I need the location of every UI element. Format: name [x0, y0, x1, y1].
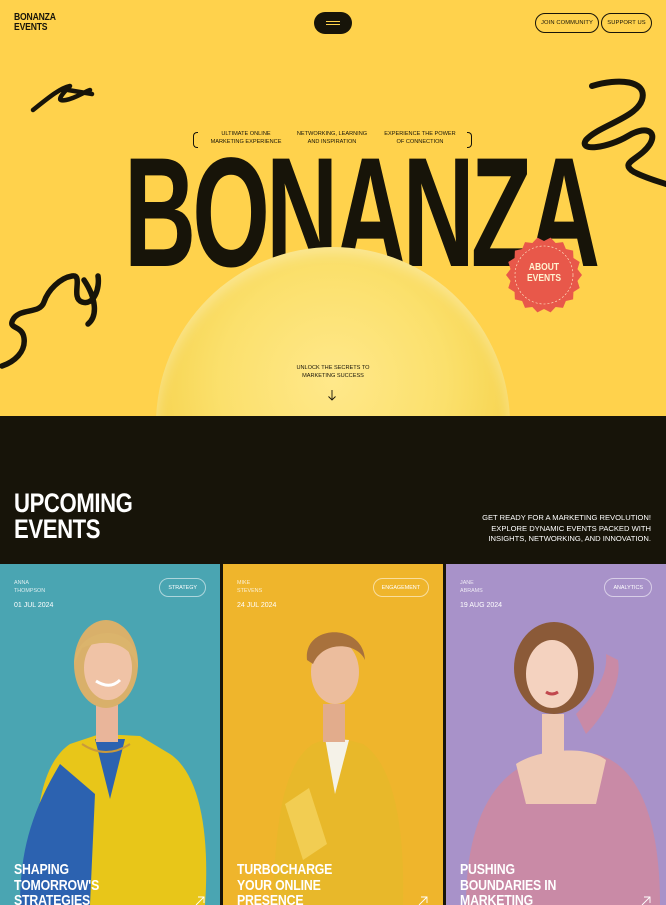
speaker-last-name: THOMPSON: [14, 587, 46, 594]
speaker-name: JANE ABRAMS: [460, 580, 483, 595]
speaker-name: ANNA THOMPSON: [14, 580, 45, 595]
speaker-first-name: ANNA: [14, 580, 29, 586]
logo-line-2: EVENTS: [14, 22, 48, 33]
scribble-decoration-left: [0, 273, 102, 369]
event-title-line2: YOUR ONLINE: [237, 876, 321, 894]
speaker-photo-1: [0, 564, 220, 905]
speaker-photo-2: [223, 564, 443, 905]
event-title-line1: SHAPING: [14, 861, 69, 878]
speaker-last-name: STEVENS: [237, 587, 263, 594]
event-title: PUSHING BOUNDARIES IN MARKETING: [460, 862, 583, 905]
events-subtitle: GET READY FOR A MARKETING REVOLUTION! EX…: [451, 513, 651, 545]
event-date: 24 JUL 2024: [237, 602, 277, 609]
brand-logo[interactable]: BONANZA EVENTS: [14, 13, 56, 33]
badge-label: ABOUT EVENTS: [511, 262, 577, 284]
event-date: 19 AUG 2024: [460, 602, 503, 609]
event-title-line3: STRATEGIES: [14, 892, 91, 905]
event-title-line3: MARKETING: [460, 892, 534, 905]
event-card-1[interactable]: ANNA THOMPSON 01 JUL 2024 STRATEGY SHAPI…: [0, 564, 220, 905]
category-tag[interactable]: ENGAGEMENT: [372, 578, 429, 597]
category-tag[interactable]: ANALYTICS: [604, 578, 652, 597]
join-community-button[interactable]: JOIN COMMUNITY: [535, 13, 599, 33]
speaker-name: MIKE STEVENS: [237, 580, 262, 595]
speaker-first-name: MIKE: [237, 580, 251, 586]
speaker-first-name: JANE: [460, 580, 474, 586]
event-title: SHAPING TOMORROW'S STRATEGIES: [14, 862, 137, 905]
hamburger-icon-bar: [326, 24, 340, 25]
arrow-up-right-icon[interactable]: [194, 895, 206, 905]
unlock-text: UNLOCK THE SECRETS TO MARKETING SUCCESS: [282, 365, 384, 380]
event-card-2[interactable]: MIKE STEVENS 24 JUL 2024 ENGAGEMENT TURB…: [223, 564, 443, 905]
event-title-line3: PRESENCE: [237, 892, 304, 905]
arrow-up-right-icon[interactable]: [417, 895, 429, 905]
event-title-line2: TOMORROW'S: [14, 876, 100, 894]
event-card-3[interactable]: JANE ABRAMS 19 AUG 2024 ANALYTICS PUSHIN…: [446, 564, 666, 905]
events-subtitle-line3: INSIGHTS, NETWORKING, AND INNOVATION.: [488, 534, 651, 543]
hero-section: BONANZA EVENTS JOIN COMMUNITY SUPPORT US…: [0, 0, 666, 416]
event-title-line1: TURBOCHARGE: [237, 861, 333, 878]
event-title: TURBOCHARGE YOUR ONLINE PRESENCE: [237, 862, 360, 905]
unlock-line1: UNLOCK THE SECRETS TO: [296, 365, 370, 371]
upcoming-events-section: UPCOMING EVENTS GET READY FOR A MARKETIN…: [0, 416, 666, 905]
events-heading-line1: UPCOMING: [14, 488, 133, 518]
arrow-up-right-icon[interactable]: [640, 895, 652, 905]
events-heading: UPCOMING EVENTS: [14, 488, 133, 544]
category-tag[interactable]: STRATEGY: [159, 578, 206, 597]
event-title-line1: PUSHING: [460, 861, 515, 878]
unlock-line2: MARKETING SUCCESS: [302, 372, 364, 379]
event-title-line2: BOUNDARIES IN: [460, 876, 557, 894]
events-subtitle-line2: EXPLORE DYNAMIC EVENTS PACKED WITH: [491, 523, 651, 533]
event-date: 01 JUL 2024: [14, 602, 54, 609]
arrow-down-icon[interactable]: [327, 389, 337, 401]
speaker-photo-3: [446, 564, 666, 905]
scribble-decoration-top-left: [30, 83, 95, 113]
menu-button[interactable]: [314, 12, 352, 34]
support-us-button[interactable]: SUPPORT US: [601, 13, 652, 33]
badge-label-line1: ABOUT: [528, 262, 560, 273]
speaker-last-name: ABRAMS: [460, 587, 483, 594]
events-subtitle-line1: GET READY FOR A MARKETING REVOLUTION!: [482, 513, 651, 522]
about-events-badge[interactable]: ABOUT EVENTS: [505, 236, 583, 314]
events-heading-line2: EVENTS: [14, 514, 101, 544]
badge-label-line2: EVENTS: [526, 273, 561, 284]
hamburger-icon: [326, 21, 340, 22]
